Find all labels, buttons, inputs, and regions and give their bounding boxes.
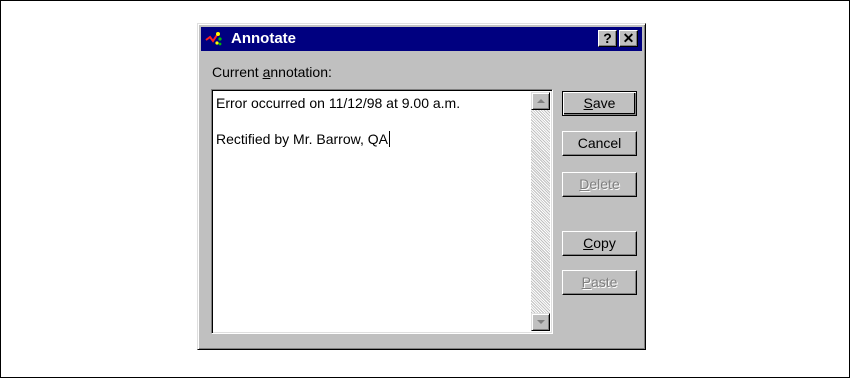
annotation-line-2-text: Rectified by Mr. Barrow, QA (216, 131, 388, 147)
vertical-scrollbar[interactable] (531, 92, 550, 331)
close-button[interactable]: ✕ (619, 30, 638, 47)
annotation-textarea[interactable]: Error occurred on 11/12/98 at 9.00 a.m. … (211, 89, 553, 334)
scroll-up-button[interactable] (531, 92, 550, 110)
annotate-app-icon (205, 31, 223, 47)
annotation-line-2: Rectified by Mr. Barrow, QA (216, 131, 390, 147)
paste-mnemonic: P (581, 274, 591, 290)
save-label-rest: ave (592, 95, 616, 111)
arrow-up-icon (537, 99, 545, 103)
copy-button[interactable]: Copy (562, 231, 637, 256)
current-annotation-label: Current annotation: (212, 64, 332, 80)
cancel-button[interactable]: Cancel (562, 131, 637, 156)
title-bar[interactable]: Annotate ? ✕ (201, 27, 642, 51)
copy-label-rest: opy (593, 235, 616, 251)
help-button[interactable]: ? (598, 30, 617, 47)
copy-mnemonic: C (583, 235, 594, 251)
scroll-down-button[interactable] (531, 313, 550, 331)
label-prefix: Current (212, 64, 263, 80)
dialog-title: Annotate (231, 30, 296, 47)
delete-button[interactable]: Delete (562, 172, 637, 197)
paste-label-rest: aste (590, 274, 618, 290)
page-frame: Annotate ? ✕ Current annotation: Error o… (0, 0, 850, 378)
annotation-line-1: Error occurred on 11/12/98 at 9.00 a.m. (216, 95, 461, 111)
delete-mnemonic: D (579, 176, 590, 192)
delete-label-rest: elete (589, 176, 620, 192)
arrow-down-icon (537, 320, 545, 324)
annotate-dialog: Annotate ? ✕ Current annotation: Error o… (197, 23, 646, 350)
text-caret (388, 131, 390, 147)
save-button[interactable]: Save (562, 91, 637, 116)
label-suffix: nnotation: (270, 64, 332, 80)
paste-button[interactable]: Paste (562, 270, 637, 295)
save-mnemonic: S (583, 95, 593, 111)
